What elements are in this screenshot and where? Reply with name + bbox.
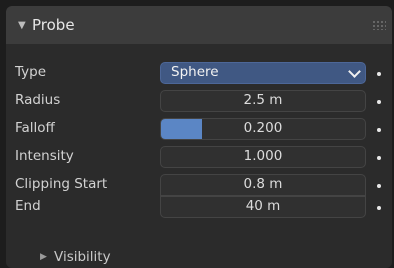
probe-panel: ▼ Probe Type Sphere Radius 2.5 m Falloff… [6, 6, 392, 268]
keyframe-dot-icon[interactable] [377, 206, 381, 210]
falloff-slider[interactable]: 0.200 [160, 118, 366, 140]
clipping-end-row: End 40 m [6, 195, 392, 219]
type-dropdown[interactable]: Sphere [160, 62, 366, 84]
keyframe-dot-icon[interactable] [377, 100, 381, 104]
panel-title: Probe [32, 16, 75, 34]
type-label: Type [15, 64, 47, 80]
intensity-value: 1.000 [243, 148, 283, 164]
keyframe-dot-icon[interactable] [377, 156, 381, 160]
intensity-label: Intensity [15, 148, 74, 164]
clipping-end-value: 40 m [245, 198, 281, 214]
probe-panel-header[interactable]: ▼ Probe [6, 6, 392, 44]
chevron-down-icon [348, 65, 361, 78]
keyframe-dot-icon[interactable] [377, 72, 381, 76]
falloff-row: Falloff 0.200 [6, 117, 392, 141]
drag-grip-icon[interactable] [372, 20, 386, 30]
radius-row: Radius 2.5 m [6, 89, 392, 113]
intensity-field[interactable]: 1.000 [160, 146, 366, 168]
disclosure-triangle-right-icon[interactable]: ▶ [40, 252, 54, 262]
keyframe-dot-icon[interactable] [377, 128, 381, 132]
visibility-subpanel-header[interactable]: ▶ Visibility [6, 246, 392, 268]
type-value: Sphere [171, 64, 219, 80]
clipping-start-field[interactable]: 0.8 m [160, 174, 366, 196]
clipping-end-field[interactable]: 40 m [160, 196, 366, 218]
clipping-end-label: End [15, 198, 41, 214]
keyframe-dot-icon[interactable] [377, 184, 381, 188]
disclosure-triangle-down-icon[interactable]: ▼ [18, 20, 32, 31]
falloff-value: 0.200 [243, 120, 283, 136]
intensity-row: Intensity 1.000 [6, 145, 392, 169]
radius-field[interactable]: 2.5 m [160, 90, 366, 112]
falloff-label: Falloff [15, 120, 55, 136]
clipping-start-value: 0.8 m [243, 176, 283, 192]
clipping-start-label: Clipping Start [15, 176, 108, 192]
type-row: Type Sphere [6, 61, 392, 85]
visibility-title: Visibility [54, 249, 111, 265]
radius-label: Radius [15, 92, 61, 108]
radius-value: 2.5 m [243, 92, 283, 108]
clipping-start-row: Clipping Start 0.8 m [6, 173, 392, 197]
